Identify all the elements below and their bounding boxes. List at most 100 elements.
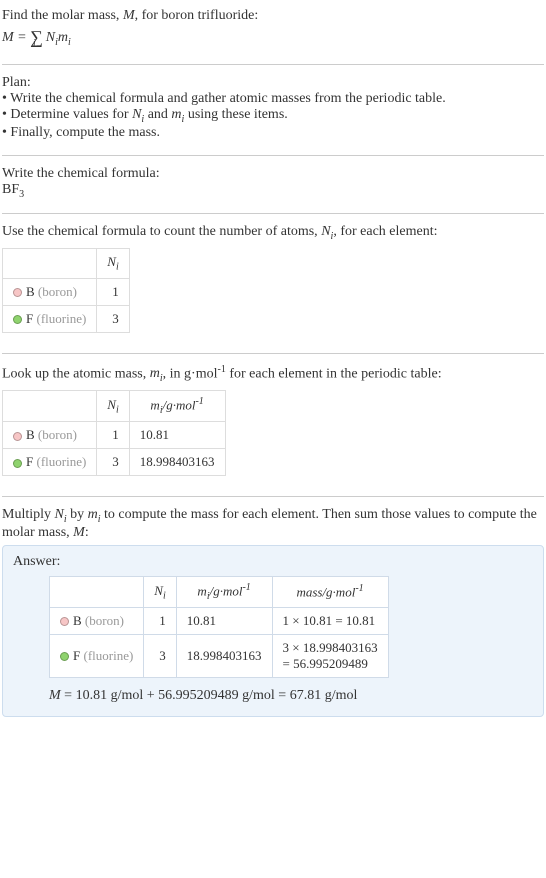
col-empty bbox=[3, 391, 97, 422]
answer-inner: Ni mi/g·mol-1 mass/g·mol-1 B (boron) 1 1… bbox=[13, 576, 533, 704]
cell-ni: 1 bbox=[144, 607, 176, 634]
cf-value: BF3 bbox=[2, 182, 544, 200]
count-section: Use the chemical formula to count the nu… bbox=[2, 220, 544, 346]
count-h-suffix: , for each element: bbox=[333, 224, 437, 239]
cell-element: F (fluorine) bbox=[3, 449, 97, 476]
cell-ni: 3 bbox=[144, 634, 176, 677]
b2-mid: and bbox=[144, 107, 171, 122]
cell-ni: 3 bbox=[97, 449, 129, 476]
b2-prefix: • Determine values for bbox=[2, 107, 132, 122]
mass-heading: Look up the atomic mass, mi, in g·mol-1 … bbox=[2, 364, 544, 384]
answer-box: Answer: Ni mi/g·mol-1 mass/g·mol-1 B (bo… bbox=[2, 545, 544, 717]
mass-section: Look up the atomic mass, mi, in g·mol-1 … bbox=[2, 360, 544, 490]
cell-mass: 1 × 10.81 = 10.81 bbox=[272, 607, 388, 634]
cell-element: B (boron) bbox=[3, 422, 97, 449]
var-mi: mi bbox=[171, 107, 184, 122]
table-row: F (fluorine) 3 18.998403163 bbox=[3, 449, 226, 476]
cell-element: B (boron) bbox=[3, 278, 97, 305]
boron-name: (boron) bbox=[35, 427, 77, 442]
plan-bullet-3: • Finally, compute the mass. bbox=[2, 125, 544, 141]
count-h-prefix: Use the chemical formula to count the nu… bbox=[2, 224, 321, 239]
cf-sub: 3 bbox=[19, 188, 24, 199]
cell-mi: 10.81 bbox=[129, 422, 225, 449]
cell-mi: 18.998403163 bbox=[129, 449, 225, 476]
boron-name: (boron) bbox=[82, 613, 124, 628]
mass-h-mid: , in g·mol bbox=[163, 366, 218, 381]
col-ni: Ni bbox=[144, 576, 176, 607]
boron-name: (boron) bbox=[35, 284, 77, 299]
col-mi-text: m bbox=[197, 583, 206, 598]
mul-mid1: by bbox=[67, 507, 88, 522]
cell-ni: 1 bbox=[97, 422, 129, 449]
table-row: Ni bbox=[3, 249, 130, 279]
mul-suffix: : bbox=[85, 525, 89, 540]
cell-mi: 18.998403163 bbox=[176, 634, 272, 677]
fluorine-dot-icon bbox=[13, 459, 22, 468]
col-empty bbox=[50, 576, 144, 607]
molar-mass-equation: M = ∑iNimi bbox=[2, 26, 544, 48]
table-row: B (boron) 1 10.81 1 × 10.81 = 10.81 bbox=[50, 607, 389, 634]
var-ni2: Ni bbox=[321, 224, 333, 239]
col-mass-text: mass/g·mol bbox=[296, 585, 355, 600]
eq-m-sub: i bbox=[68, 37, 71, 48]
chemical-formula-section: Write the chemical formula: BF3 bbox=[2, 162, 544, 208]
fluorine-name: (fluorine) bbox=[33, 454, 86, 469]
mass-h-exp: -1 bbox=[218, 364, 226, 375]
answer-label: Answer: bbox=[13, 554, 533, 570]
boron-symbol: B bbox=[26, 427, 35, 442]
col-ni-text: N bbox=[154, 583, 163, 598]
boron-dot-icon bbox=[13, 432, 22, 441]
fluorine-dot-icon bbox=[60, 652, 69, 661]
plan-heading: Plan: bbox=[2, 75, 544, 91]
answer-table: Ni mi/g·mol-1 mass/g·mol-1 B (boron) 1 1… bbox=[49, 576, 389, 678]
cell-mi: 10.81 bbox=[176, 607, 272, 634]
plan-section: Plan: • Write the chemical formula and g… bbox=[2, 71, 544, 149]
boron-dot-icon bbox=[60, 617, 69, 626]
col-empty bbox=[3, 249, 97, 279]
intro-line: Find the molar mass, M, for boron triflu… bbox=[2, 8, 544, 24]
final-rest: = 10.81 g/mol + 56.995209489 g/mol = 67.… bbox=[61, 688, 358, 703]
fluorine-name: (fluorine) bbox=[80, 648, 133, 663]
summation: ∑i bbox=[30, 26, 46, 44]
mass-h-suffix: for each element in the periodic table: bbox=[226, 366, 442, 381]
cell-element: B (boron) bbox=[50, 607, 144, 634]
var-ni: Ni bbox=[132, 107, 144, 122]
cell-ni: 3 bbox=[97, 305, 129, 332]
cf-base: BF bbox=[2, 182, 19, 197]
var-mi2: mi bbox=[150, 366, 163, 381]
mul-prefix: Multiply bbox=[2, 507, 55, 522]
col-ni: Ni bbox=[97, 249, 129, 279]
col-mi-text: m bbox=[150, 398, 159, 413]
divider bbox=[2, 155, 544, 156]
eq-equals: = bbox=[14, 30, 30, 45]
count-table: Ni B (boron) 1 F (fluorine) 3 bbox=[2, 248, 130, 333]
col-mi: mi/g·mol-1 bbox=[129, 391, 225, 422]
plan-bullet-2: • Determine values for Ni and mi using t… bbox=[2, 107, 544, 125]
col-ni-text: N bbox=[107, 397, 116, 412]
b2-suffix: using these items. bbox=[184, 107, 287, 122]
col-ni-text: N bbox=[107, 254, 116, 269]
fl-mass-l2: = 56.995209489 bbox=[283, 656, 368, 671]
col-mass: mass/g·mol-1 bbox=[272, 576, 388, 607]
boron-symbol: B bbox=[26, 284, 35, 299]
cell-element: F (fluorine) bbox=[3, 305, 97, 332]
divider bbox=[2, 496, 544, 497]
col-mi-unit: /g·mol bbox=[163, 398, 196, 413]
var-m2: M bbox=[73, 525, 85, 540]
cell-ni: 1 bbox=[97, 278, 129, 305]
cell-element: F (fluorine) bbox=[50, 634, 144, 677]
sum-index: i bbox=[33, 38, 36, 49]
eq-n: N bbox=[46, 30, 55, 45]
table-row: B (boron) 1 10.81 bbox=[3, 422, 226, 449]
divider bbox=[2, 353, 544, 354]
cf-heading: Write the chemical formula: bbox=[2, 166, 544, 182]
col-mi: mi/g·mol-1 bbox=[176, 576, 272, 607]
divider bbox=[2, 64, 544, 65]
table-row: F (fluorine) 3 bbox=[3, 305, 130, 332]
plan-bullet-1: • Write the chemical formula and gather … bbox=[2, 91, 544, 107]
var-mi3: mi bbox=[88, 507, 101, 522]
var-ni3: Ni bbox=[55, 507, 67, 522]
fluorine-name: (fluorine) bbox=[33, 311, 86, 326]
mass-table: Ni mi/g·mol-1 B (boron) 1 10.81 F (fluor… bbox=[2, 390, 226, 476]
mass-h-prefix: Look up the atomic mass, bbox=[2, 366, 150, 381]
